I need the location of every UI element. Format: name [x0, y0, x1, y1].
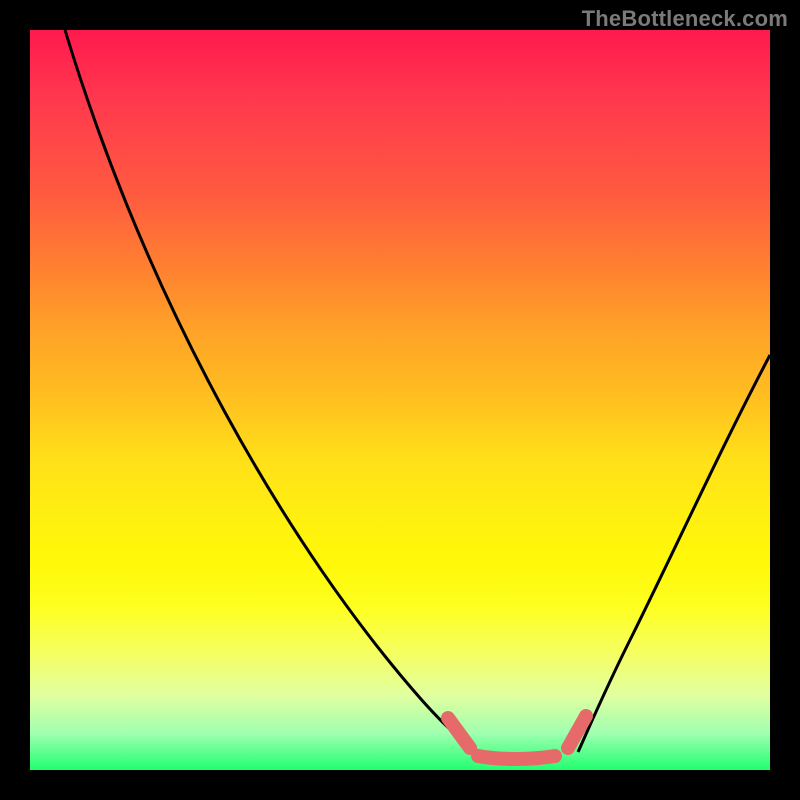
left-curve	[65, 30, 480, 752]
pink-left-tick	[448, 718, 470, 748]
curve-layer	[30, 30, 770, 770]
watermark: TheBottleneck.com	[582, 6, 788, 32]
chart-container: TheBottleneck.com	[0, 0, 800, 800]
right-curve	[578, 355, 770, 752]
pink-bottom-segment	[478, 756, 555, 759]
